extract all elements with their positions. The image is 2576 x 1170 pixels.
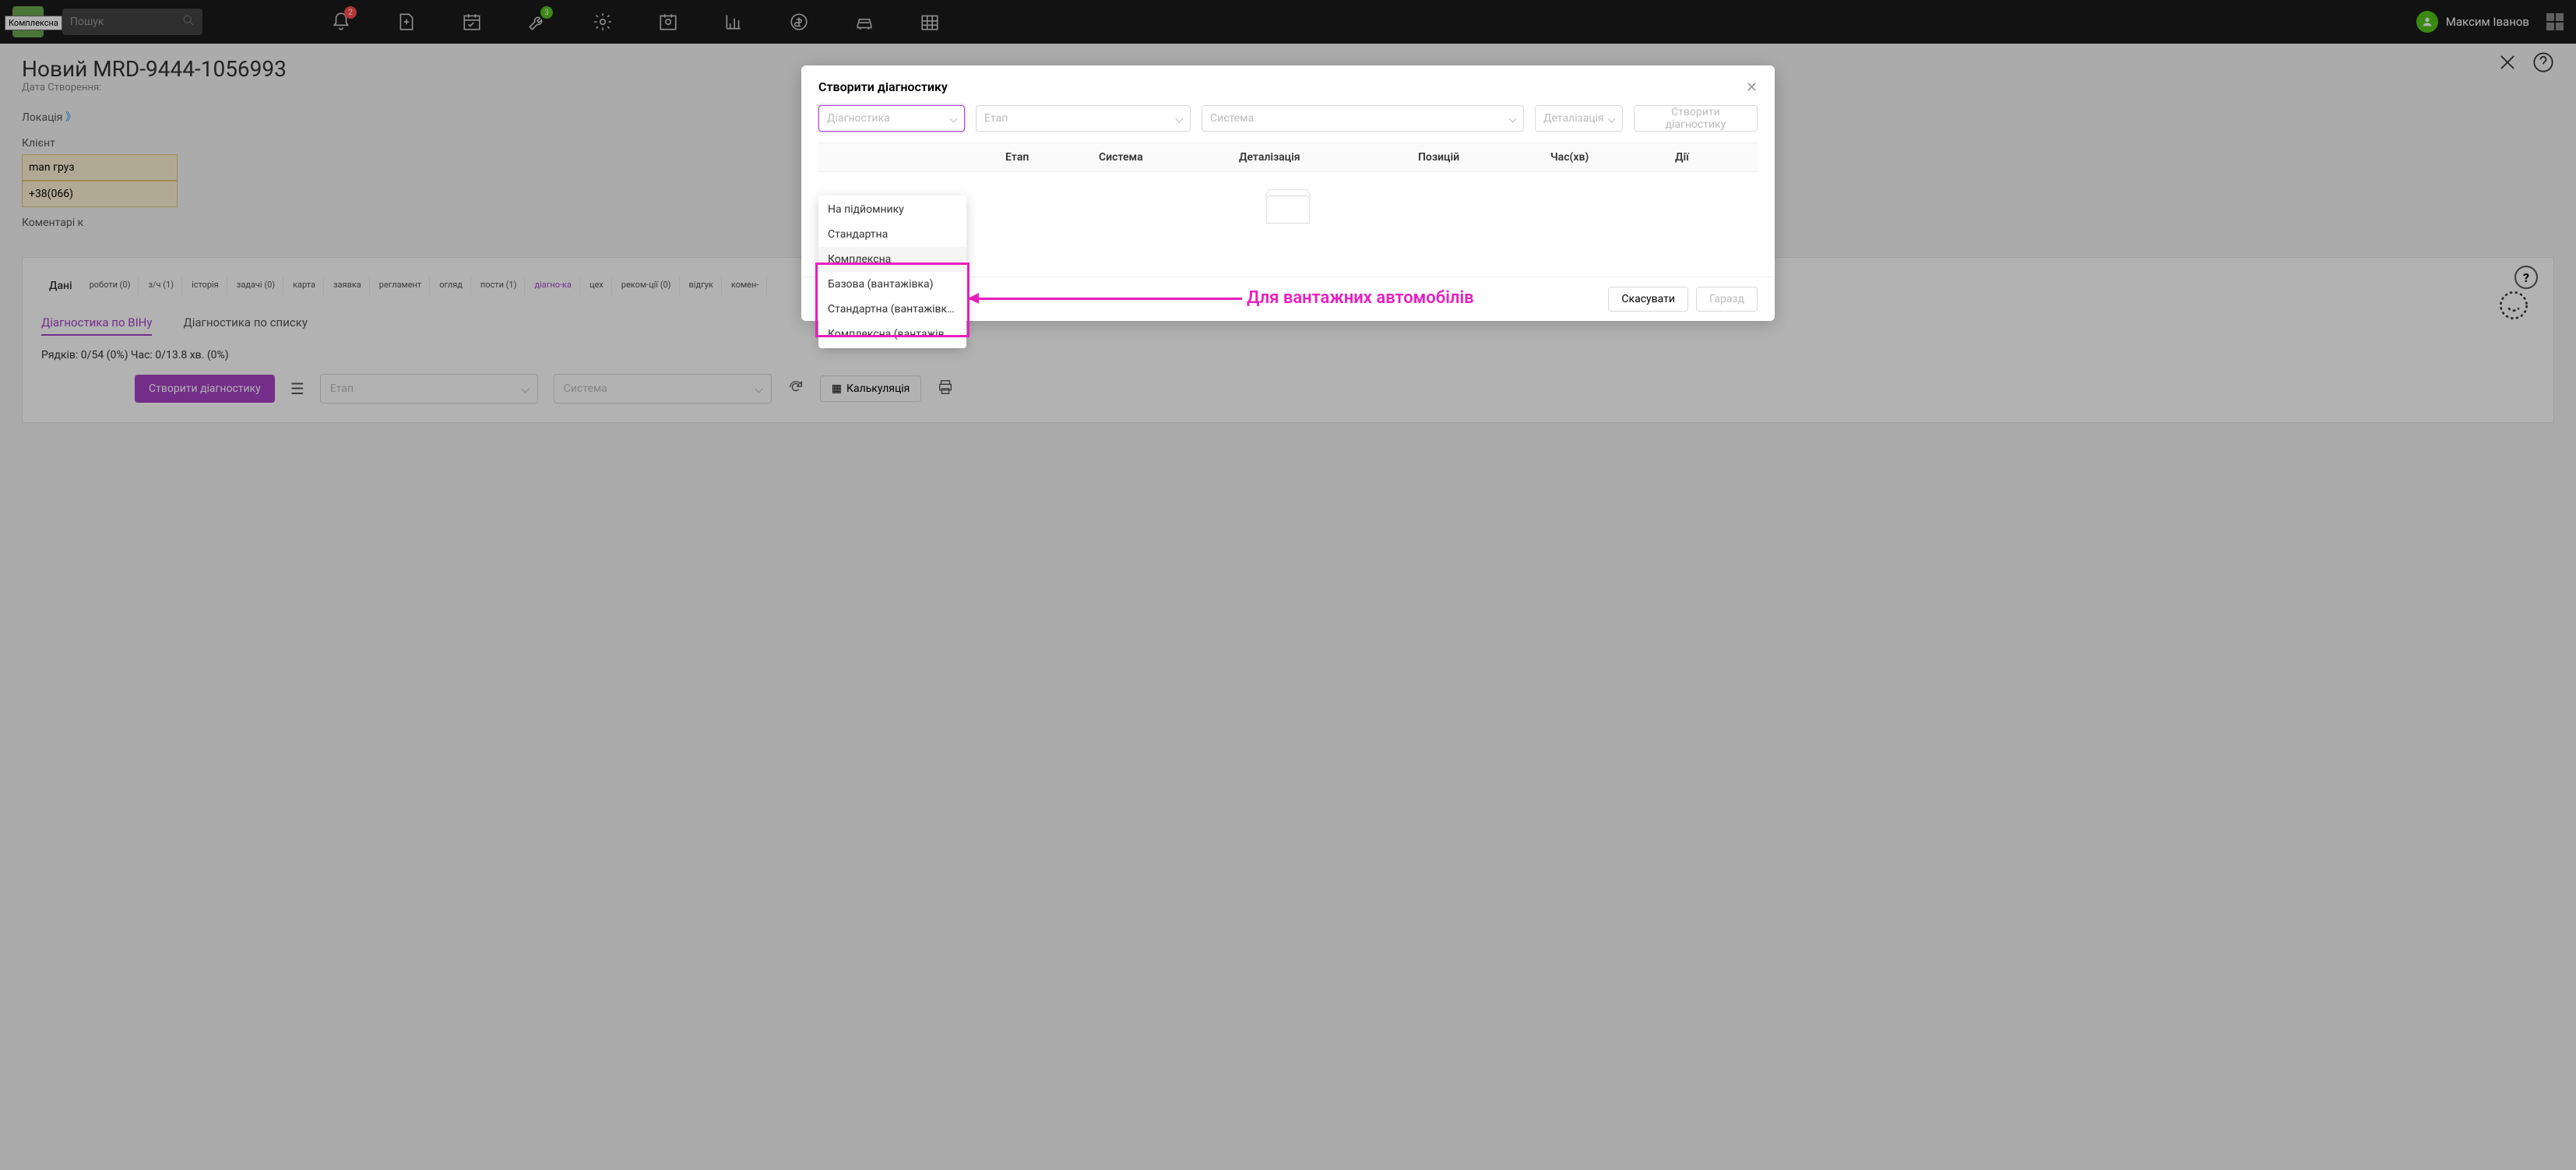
create-diagnostic-modal: Створити діагностику ✕ Діагностика Етап …	[801, 65, 1775, 321]
modal-title: Створити діагностику	[818, 79, 948, 94]
diag-dropdown: На підйомникуСтандартнаКомплекснаБазова …	[818, 196, 966, 348]
col-detail: Деталізація	[1239, 151, 1418, 164]
dropdown-item[interactable]: Базова (вантажівка)	[818, 272, 966, 297]
empty-icon	[1266, 196, 1310, 224]
dropdown-item[interactable]: На підйомнику	[818, 197, 966, 222]
ok-button[interactable]: Гаразд	[1696, 287, 1758, 312]
cancel-button[interactable]: Скасувати	[1608, 287, 1688, 312]
col-pos: Позицій	[1418, 151, 1550, 164]
dropdown-item[interactable]: Стандартна	[818, 222, 966, 247]
modal-create-button[interactable]: Створити діагностику	[1634, 105, 1758, 132]
dropdown-item[interactable]: Комплексна (вантажів…	[818, 322, 966, 347]
col-stage: Етап	[1005, 151, 1099, 164]
chevron-down-icon	[1607, 115, 1615, 122]
col-act: Дії	[1675, 151, 1737, 164]
modal-close-button[interactable]: ✕	[1746, 79, 1758, 96]
chevron-down-icon	[950, 115, 958, 122]
col-time: Час(хв)	[1550, 151, 1675, 164]
modal-system-select[interactable]: Система	[1202, 105, 1524, 132]
col-system: Система	[1099, 151, 1239, 164]
col-plan	[818, 151, 1005, 164]
chevron-down-icon	[1509, 115, 1517, 122]
modal-detail-select[interactable]: Деталізація	[1535, 105, 1623, 132]
dropdown-item[interactable]: Стандартна (вантажівк…	[818, 297, 966, 322]
modal-stage-select[interactable]: Етап	[976, 105, 1191, 132]
modal-diag-select[interactable]: Діагностика	[818, 105, 965, 132]
chevron-down-icon	[1176, 115, 1184, 122]
annotation-arrow	[970, 298, 1242, 300]
dropdown-item[interactable]: Комплексна	[818, 247, 966, 272]
annotation-text: Для вантажних автомобілів	[1247, 288, 1474, 308]
